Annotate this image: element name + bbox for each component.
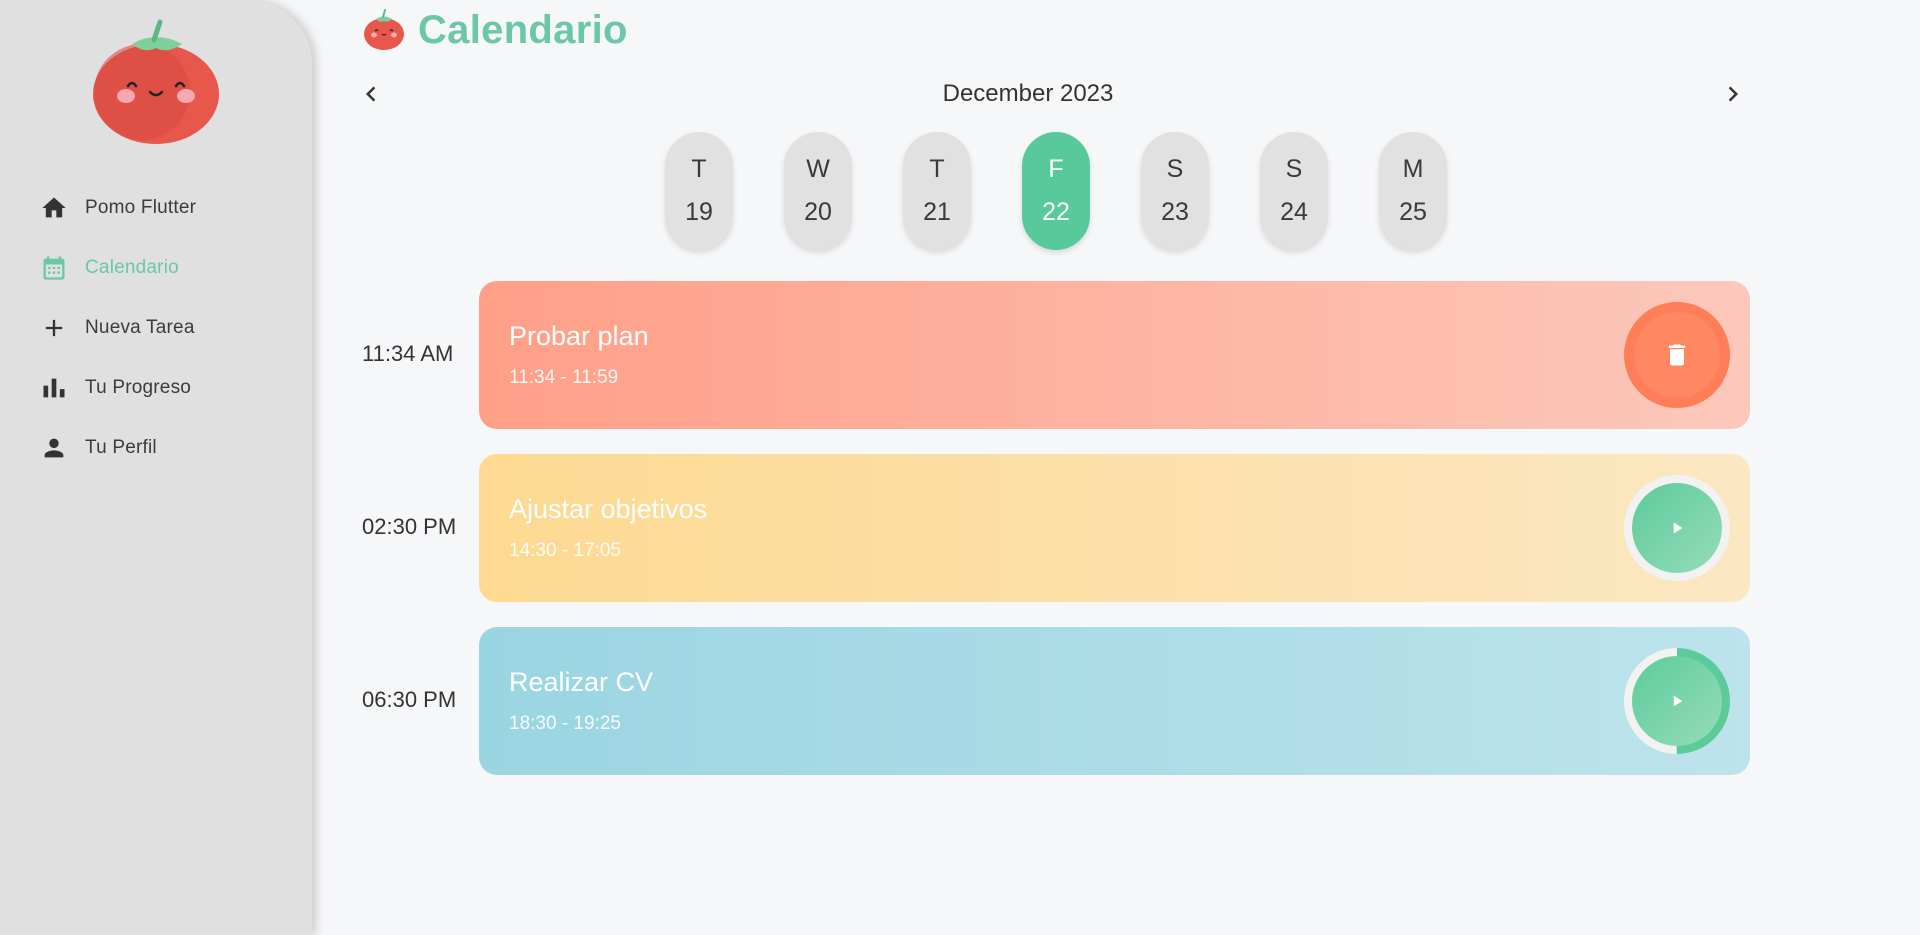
day-strip: T 19 W 20 T 21 F 22 S 23 S 24 M 25	[665, 132, 1447, 250]
sidebar-nav: Pomo Flutter Calendario Nueva Tarea Tu P…	[40, 178, 196, 478]
trash-icon	[1668, 344, 1686, 366]
task-time: 06:30 PM	[362, 687, 457, 712]
sidebar-item-label: Tu Perfil	[85, 437, 157, 458]
task-card[interactable]: Ajustar objetivos 14:30 - 17:05	[479, 454, 1750, 602]
day-button[interactable]: T 19	[665, 132, 733, 250]
task-row: 11:34 AM Probar plan 11:34 - 11:59	[362, 281, 1750, 429]
day-of-week: T	[929, 155, 945, 183]
day-of-week: T	[691, 155, 707, 183]
day-button[interactable]: M 25	[1379, 132, 1447, 250]
day-number: 24	[1280, 198, 1308, 226]
task-time-range: 14:30 - 17:05	[509, 540, 621, 561]
next-month-button[interactable]	[1717, 78, 1749, 110]
person-icon	[40, 434, 68, 462]
task-time: 11:34 AM	[362, 341, 454, 366]
day-of-week: S	[1285, 155, 1303, 183]
task-row: 06:30 PM Realizar CV 18:30 - 19:25	[362, 627, 1750, 775]
task-time-range: 18:30 - 19:25	[509, 713, 621, 734]
delete-task-button[interactable]	[1624, 302, 1730, 408]
start-task-button[interactable]	[1624, 648, 1730, 754]
chevron-left-icon	[366, 86, 376, 102]
tomato-mascot-logo	[88, 18, 224, 146]
previous-month-button[interactable]	[355, 78, 387, 110]
day-number: 22	[1042, 198, 1070, 226]
calendar-icon	[40, 254, 68, 282]
task-time: 02:30 PM	[362, 514, 457, 539]
day-button[interactable]: S 24	[1260, 132, 1328, 250]
home-icon	[40, 194, 68, 222]
sidebar-item-pomo-flutter[interactable]: Pomo Flutter	[40, 178, 196, 238]
day-number: 19	[685, 198, 713, 226]
start-task-button-inner	[1632, 656, 1722, 746]
page-header: Calendario	[362, 6, 628, 54]
day-button[interactable]: S 23	[1141, 132, 1209, 250]
bar-chart-icon	[40, 374, 68, 402]
sidebar-item-label: Tu Progreso	[85, 377, 192, 398]
sidebar-item-label: Calendario	[85, 257, 179, 278]
task-time-range: 11:34 - 11:59	[509, 367, 619, 388]
sidebar-item-calendario[interactable]: Calendario	[40, 238, 196, 298]
delete-task-button-inner	[1634, 312, 1720, 398]
task-name: Ajustar objetivos	[509, 494, 708, 524]
day-of-week: S	[1166, 155, 1184, 183]
day-number: 23	[1161, 198, 1189, 226]
play-icon	[1673, 522, 1683, 534]
page-title: Calendario	[418, 7, 628, 52]
day-number: 20	[804, 198, 832, 226]
task-card[interactable]: Probar plan 11:34 - 11:59	[479, 281, 1750, 429]
sidebar: Pomo Flutter Calendario Nueva Tarea Tu P…	[0, 0, 312, 935]
day-of-week: F	[1048, 155, 1064, 183]
month-navigation: December 2023	[355, 74, 1755, 114]
day-button[interactable]: T 21	[903, 132, 971, 250]
sidebar-item-label: Pomo Flutter	[85, 197, 197, 218]
month-label-text: December 2023	[942, 80, 1114, 107]
day-of-week: M	[1402, 155, 1424, 183]
task-card[interactable]: Realizar CV 18:30 - 19:25	[479, 627, 1750, 775]
task-name: Probar plan	[509, 321, 649, 351]
task-row: 02:30 PM Ajustar objetivos 14:30 - 17:05	[362, 454, 1750, 602]
day-number: 25	[1399, 198, 1427, 226]
day-button-selected[interactable]: F 22	[1022, 132, 1090, 250]
chevron-right-icon	[1728, 86, 1738, 102]
play-icon	[1673, 695, 1683, 707]
sidebar-item-tu-perfil[interactable]: Tu Perfil	[40, 418, 196, 478]
sidebar-item-nueva-tarea[interactable]: Nueva Tarea	[40, 298, 196, 358]
tomato-icon	[362, 8, 406, 52]
day-number: 21	[923, 198, 951, 226]
day-of-week: W	[806, 155, 830, 183]
task-name: Realizar CV	[509, 667, 654, 697]
start-task-button[interactable]	[1624, 475, 1730, 581]
sidebar-item-label: Nueva Tarea	[85, 317, 195, 338]
start-task-button-inner	[1632, 483, 1722, 573]
day-button[interactable]: W 20	[784, 132, 852, 250]
plus-icon	[40, 314, 68, 342]
sidebar-item-tu-progreso[interactable]: Tu Progreso	[40, 358, 196, 418]
month-label: December 2023	[355, 80, 1755, 108]
